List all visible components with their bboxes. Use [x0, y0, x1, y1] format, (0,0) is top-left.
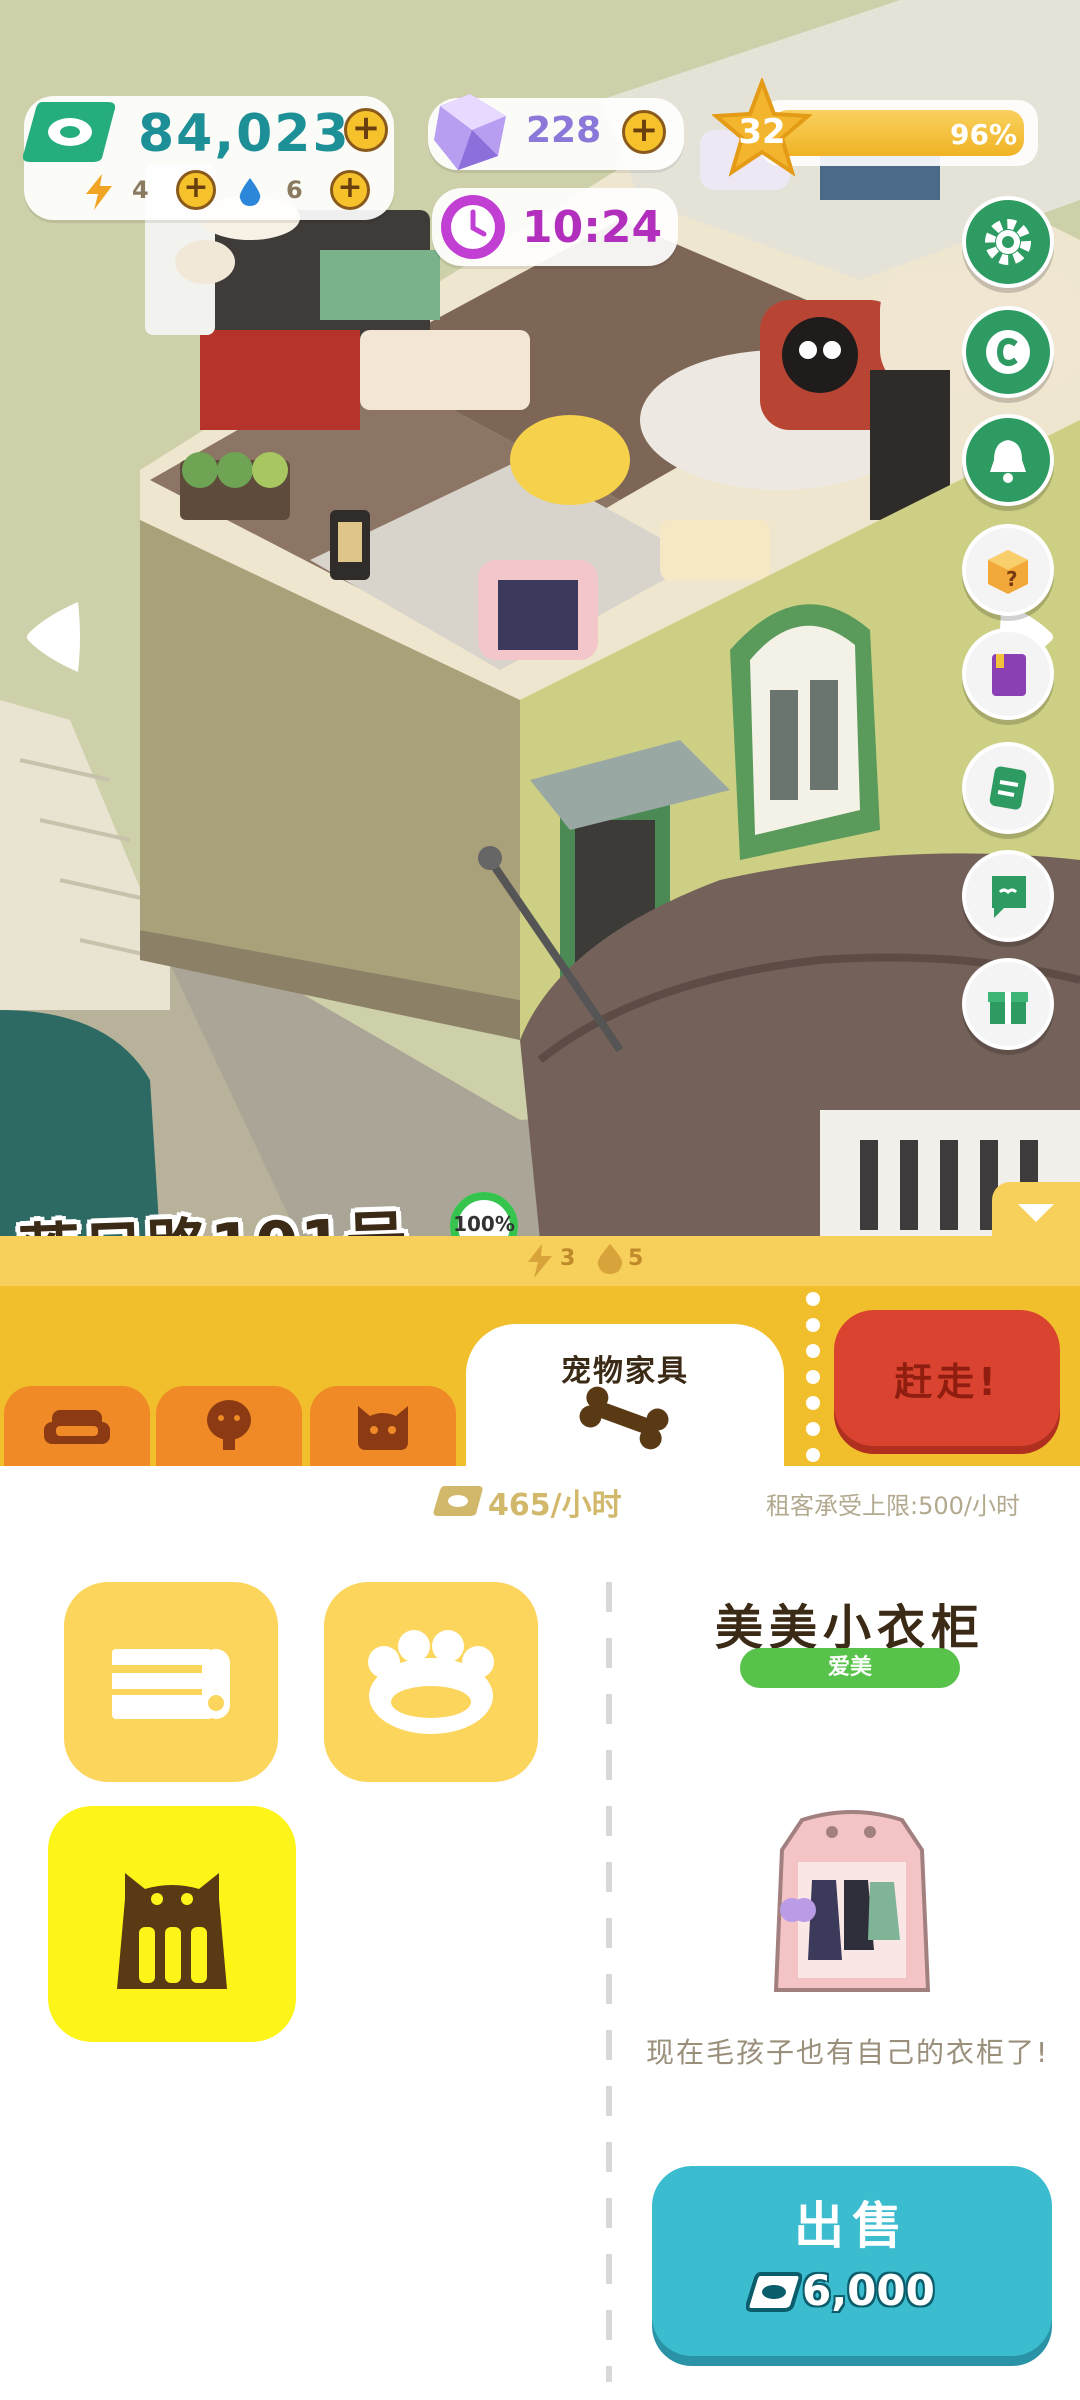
- energy-cost: 3: [560, 1246, 576, 1271]
- category-paw-bed[interactable]: [324, 1582, 538, 1782]
- separator-dot: [806, 1422, 820, 1436]
- completion-percent: 100%: [453, 1212, 515, 1236]
- add-gems-button[interactable]: +: [622, 110, 666, 154]
- coin-count: 84,023: [138, 104, 351, 164]
- sell-price: 6,000: [802, 2266, 935, 2315]
- furniture-tab-bar: 3 5 宠物家具 赶走!: [0, 1182, 1080, 1466]
- category-mat[interactable]: [64, 1582, 278, 1782]
- notes-button[interactable]: [962, 742, 1054, 834]
- bone-icon: [579, 1386, 669, 1450]
- panel-divider: [606, 1582, 612, 2382]
- collapse-panel-button[interactable]: [992, 1182, 1080, 1242]
- level-progress-label: 96%: [950, 118, 1018, 151]
- water-cost-icon: [597, 1244, 623, 1274]
- mystery-box-icon: ?: [988, 550, 1028, 594]
- energy-cost-icon: [528, 1244, 552, 1278]
- coupon-button[interactable]: [962, 306, 1054, 398]
- gift-button[interactable]: [962, 958, 1054, 1050]
- income-rate: 465/小时: [488, 1488, 622, 1523]
- paw-bed-icon: [368, 1630, 494, 1734]
- item-trait-badge: 爱美: [740, 1648, 960, 1688]
- gem-count: 228: [526, 110, 602, 151]
- add-energy-button[interactable]: +: [176, 170, 216, 210]
- income-coin-icon: [433, 1486, 483, 1516]
- notification-button[interactable]: [962, 414, 1054, 506]
- separator-dot: [806, 1448, 820, 1462]
- cat-wardrobe-icon: [117, 1873, 227, 1989]
- coupon-icon: [986, 330, 1030, 374]
- chat-button[interactable]: [962, 850, 1054, 942]
- settings-button[interactable]: [962, 196, 1054, 288]
- mystery-box-button[interactable]: ?: [962, 524, 1054, 616]
- clock-icon: [441, 195, 505, 259]
- coin-icon: [22, 102, 116, 162]
- tab-cat[interactable]: [310, 1386, 456, 1466]
- wardrobe-item-image: [773, 1810, 931, 1992]
- category-wardrobe[interactable]: [48, 1806, 296, 2042]
- separator-dot: [806, 1396, 820, 1410]
- separator-dot: [806, 1318, 820, 1332]
- water-count: 6: [286, 176, 303, 204]
- item-description: 现在毛孩子也有自己的衣柜了!: [646, 2036, 1050, 2069]
- tab-pet-furniture-label: 宠物家具: [561, 1354, 689, 1389]
- settings-icon: [985, 219, 1031, 265]
- notes-icon: [989, 766, 1027, 810]
- game-scene[interactable]: 84,023 + 4 + 6 + 228 + 10:24 32 96% ? 10…: [0, 0, 1080, 1240]
- add-coins-button[interactable]: +: [344, 108, 388, 152]
- bell-icon: [990, 440, 1026, 483]
- separator-dot: [806, 1370, 820, 1384]
- mat-icon: [112, 1649, 230, 1719]
- mirror-icon: [207, 1400, 251, 1450]
- chevron-down-icon: [1018, 1204, 1054, 1222]
- timer-value: 10:24: [522, 202, 663, 253]
- separator-dot: [806, 1344, 820, 1358]
- book-button[interactable]: [962, 628, 1054, 720]
- chat-icon: [992, 876, 1026, 918]
- previous-arrow-icon[interactable]: [22, 596, 84, 678]
- sell-button[interactable]: 出售 6,000: [652, 2166, 1052, 2356]
- tab-sofa[interactable]: [4, 1386, 150, 1466]
- add-water-button[interactable]: +: [330, 170, 370, 210]
- separator-dot: [806, 1292, 820, 1306]
- water-cost: 5: [628, 1246, 644, 1271]
- gift-icon: [988, 992, 1028, 1024]
- energy-count: 4: [132, 176, 149, 204]
- tab-mirror[interactable]: [156, 1386, 302, 1466]
- water-drop-icon: [239, 178, 261, 206]
- sell-coin-icon: [746, 2272, 802, 2312]
- level-number: 32: [738, 112, 786, 152]
- svg-text:?: ?: [1006, 567, 1018, 591]
- book-icon: [992, 654, 1026, 696]
- gem-icon: [434, 94, 506, 170]
- cat-face-icon: [358, 1406, 408, 1450]
- lightning-icon: [86, 174, 112, 210]
- tenant-limit: 租客承受上限:500/小时: [766, 1492, 1020, 1520]
- evict-button[interactable]: 赶走!: [834, 1310, 1060, 1446]
- sofa-icon: [44, 1410, 110, 1444]
- sell-button-label: 出售: [794, 2197, 910, 2255]
- tab-pet-furniture[interactable]: 宠物家具: [466, 1324, 784, 1466]
